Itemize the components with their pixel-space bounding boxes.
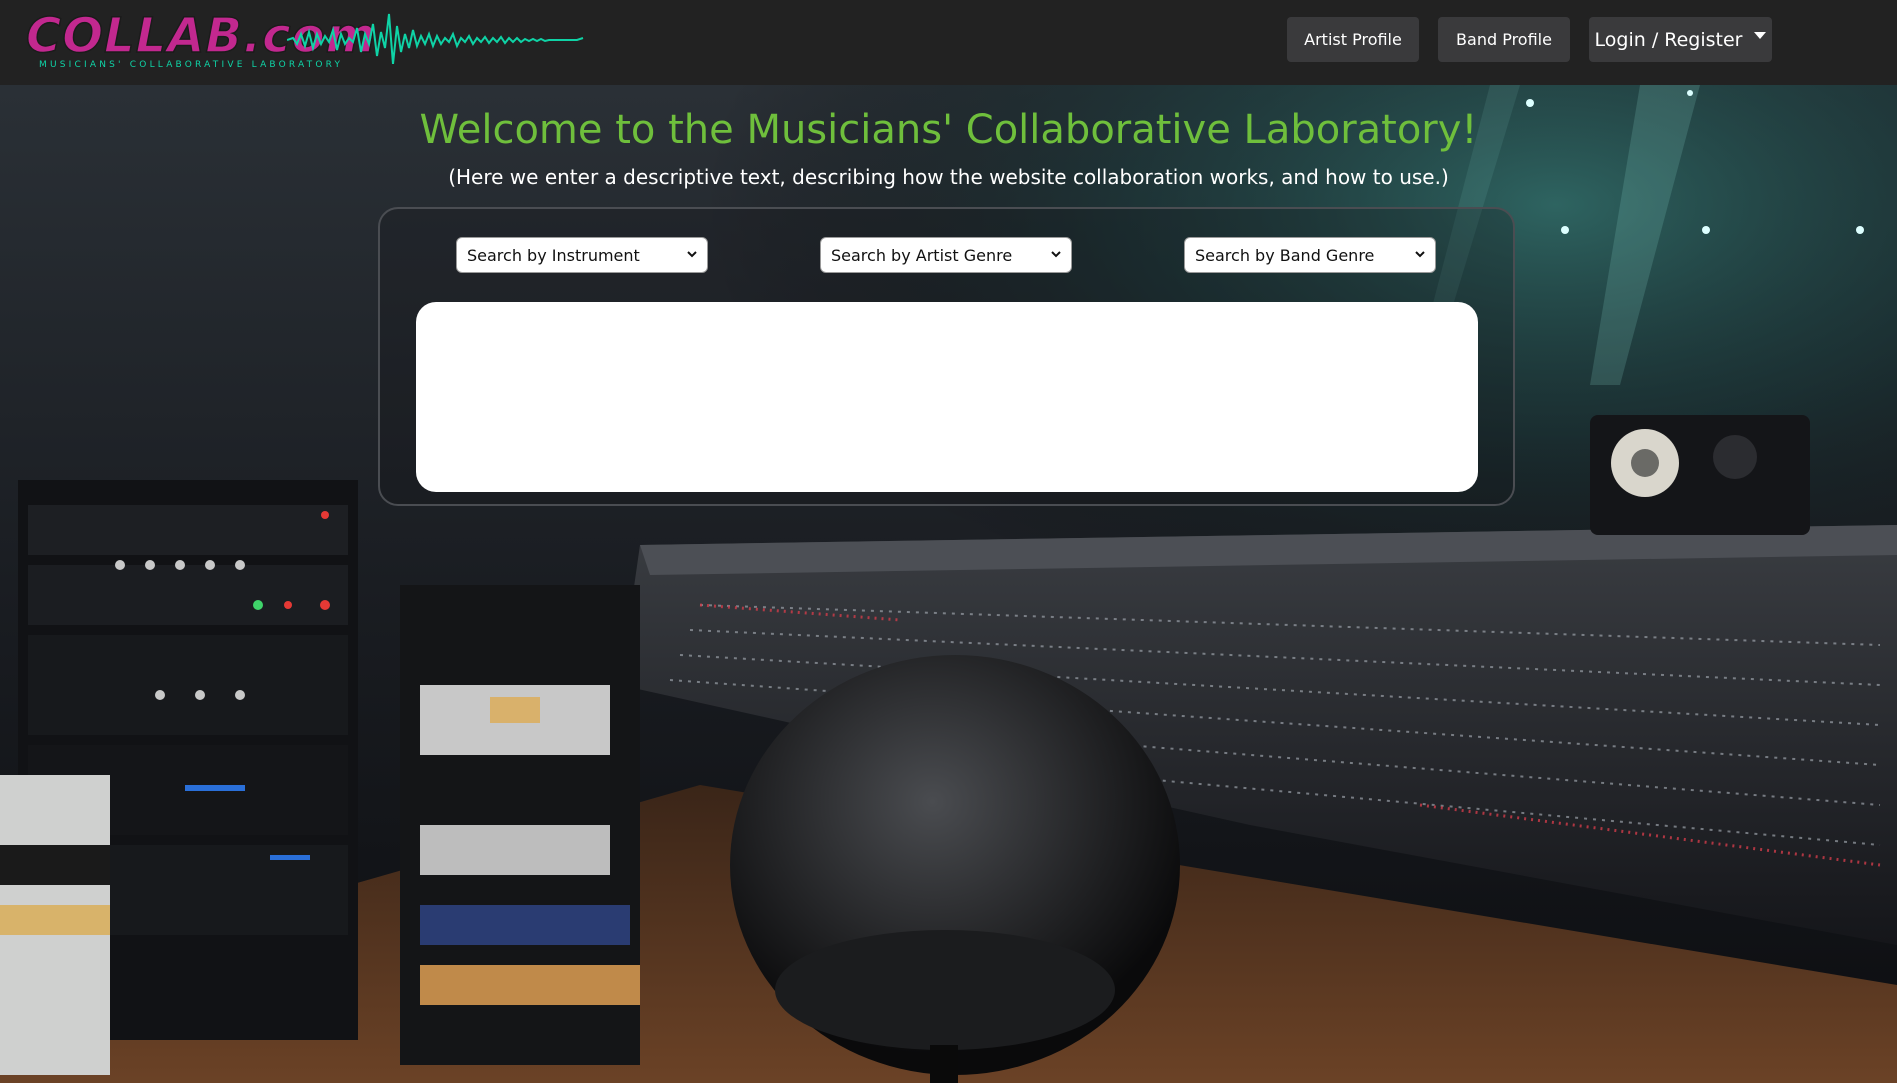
instrument-select-value: Search by Instrument [467,245,640,265]
login-register-dropdown[interactable]: Login / Register [1589,17,1772,62]
band-genre-select[interactable]: Search by Band Genre [1184,237,1436,273]
artist-profile-label: Artist Profile [1304,30,1402,49]
artist-profile-button[interactable]: Artist Profile [1287,17,1419,62]
search-results-area [416,302,1478,492]
login-register-label: Login / Register [1594,28,1743,51]
waveform-icon [287,13,584,64]
artist-genre-select[interactable]: Search by Artist Genre [820,237,1072,273]
chevron-down-icon [1051,251,1061,258]
search-panel: Search by Instrument Search by Artist Ge… [378,207,1515,506]
instrument-select[interactable]: Search by Instrument [456,237,708,273]
band-profile-label: Band Profile [1456,30,1552,49]
artist-genre-select-value: Search by Artist Genre [831,245,1013,265]
chevron-down-icon [1415,251,1425,258]
chevron-down-icon [687,251,697,258]
caret-down-icon [1754,32,1767,39]
band-profile-button[interactable]: Band Profile [1438,17,1570,62]
page-subtitle: (Here we enter a descriptive text, descr… [448,165,1449,189]
page-title: Welcome to the Musicians' Collaborative … [419,107,1478,153]
band-genre-select-value: Search by Band Genre [1195,245,1375,265]
navbar: COLLAB.com MUSICIANS' COLLABORATIVE LABO… [0,0,1897,85]
